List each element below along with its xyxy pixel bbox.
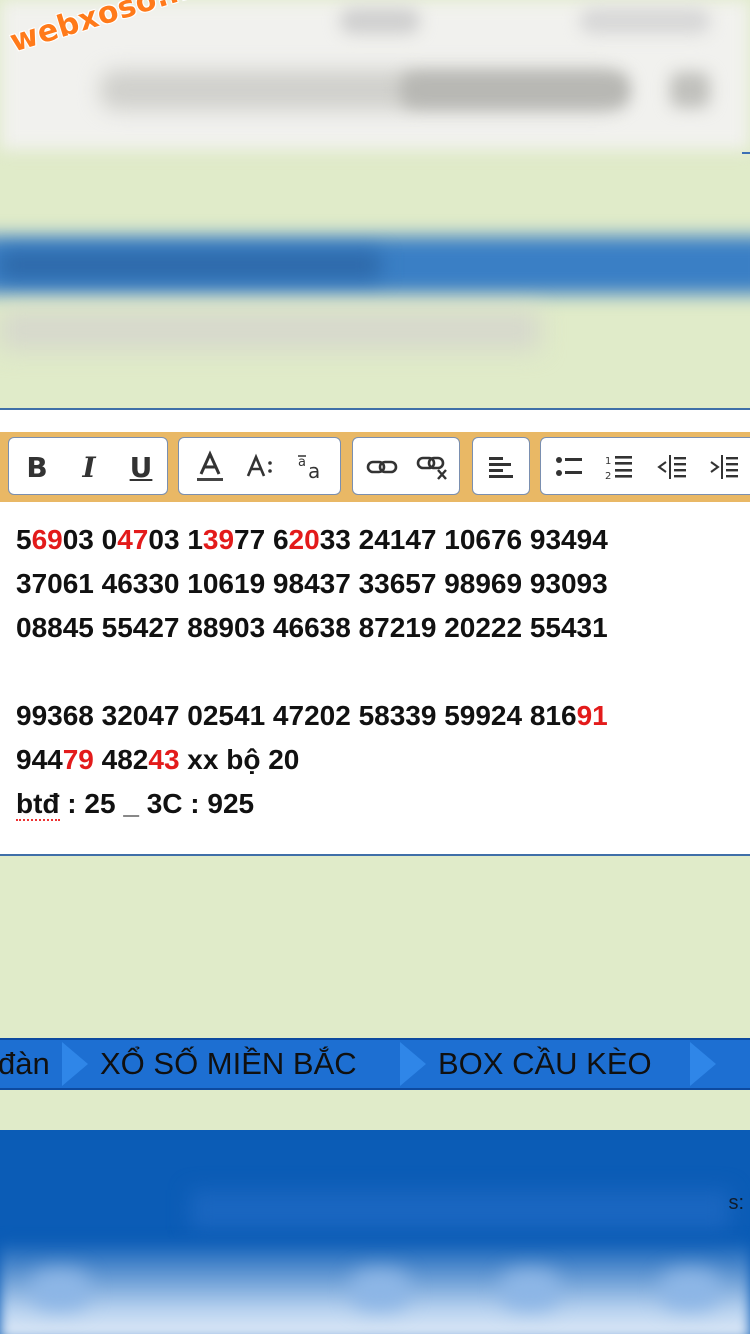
editor-content[interactable]: 56903 04703 13977 62033 24147 10676 9349… <box>16 518 608 826</box>
divider <box>742 152 750 154</box>
text-segment: 37061 46330 10619 98437 33657 98969 9309… <box>16 568 608 599</box>
text-segment: btđ <box>16 788 60 821</box>
blurred-footer: s: <box>0 1130 750 1334</box>
chevron-right-icon <box>690 1042 716 1086</box>
blurred-header <box>0 0 750 410</box>
font-size-icon[interactable] <box>243 450 279 484</box>
text-line: 08845 55427 88903 46638 87219 20222 5543… <box>16 606 608 650</box>
text-segment: xx bộ 20 <box>179 744 300 775</box>
unlink-icon[interactable] <box>415 450 451 484</box>
text-segment: 5 <box>16 524 32 555</box>
chevron-right-icon <box>62 1042 88 1086</box>
outdent-icon[interactable] <box>655 450 689 484</box>
text-segment: 33 24147 10676 93494 <box>319 524 608 555</box>
text-segment: : 25 _ 3C : 925 <box>59 788 255 819</box>
text-segment: 944 <box>16 744 63 775</box>
text-line: 37061 46330 10619 98437 33657 98969 9309… <box>16 562 608 606</box>
chevron-right-icon <box>400 1042 426 1086</box>
nav-item-xo-so-mien-bac[interactable]: XỔ SỐ MIỀN BẮC <box>100 1040 357 1088</box>
text-line <box>16 650 608 694</box>
text-segment: 03 1 <box>148 524 203 555</box>
svg-text:a: a <box>308 459 320 482</box>
highlight-digits: 39 <box>202 524 235 555</box>
text-line: 99368 32047 02541 47202 58339 59924 8169… <box>16 694 608 738</box>
svg-text:a: a <box>298 455 306 470</box>
text-segment: 77 6 <box>234 524 289 555</box>
nav-item-dan[interactable]: đàn <box>0 1040 50 1088</box>
text-line: 94479 48243 xx bộ 20 <box>16 738 608 782</box>
text-segment: 08845 55427 88903 46638 87219 20222 5543… <box>16 612 608 643</box>
text-segment: 482 <box>93 744 149 775</box>
link-group <box>352 437 460 495</box>
svg-text:1: 1 <box>605 456 611 467</box>
italic-button[interactable]: I <box>71 450 107 484</box>
nav-item-box-cau-keo[interactable]: BOX CẦU KÈO <box>438 1040 652 1088</box>
text-line: 56903 04703 13977 62033 24147 10676 9349… <box>16 518 608 562</box>
align-left-icon[interactable] <box>485 450 517 484</box>
bullet-list-icon[interactable] <box>553 450 585 484</box>
align-group <box>472 437 530 495</box>
list-group: 12 <box>540 437 750 495</box>
text-segment: 99368 32047 02541 47202 58339 59924 816 <box>16 700 577 731</box>
post-editor[interactable]: B I U aa 1 2 56903 04703 13977 62033 241… <box>0 408 750 856</box>
font-group: aa <box>178 437 341 495</box>
indent-icon[interactable] <box>707 450 741 484</box>
link-icon[interactable] <box>365 450 399 484</box>
svg-text:2: 2 <box>605 471 611 481</box>
highlight-digits: 20 <box>288 524 320 555</box>
category-nav: đàn XỔ SỐ MIỀN BẮC BOX CẦU KÈO <box>0 1038 750 1090</box>
text-segment: 03 0 <box>62 524 118 555</box>
underline-button[interactable]: U <box>123 450 159 484</box>
font-family-icon[interactable]: aa <box>295 450 329 484</box>
highlight-digits: 43 <box>148 744 180 775</box>
highlight-digits: 69 <box>31 524 63 555</box>
editor-toolbar: B I U aa 1 2 <box>0 432 750 502</box>
highlight-digits: 91 <box>576 700 608 731</box>
numbered-list-icon[interactable]: 12 <box>603 450 635 484</box>
highlight-digits: 47 <box>117 524 149 555</box>
text-style-group: B I U <box>8 437 168 495</box>
font-color-icon[interactable] <box>193 450 227 484</box>
text-line: btđ : 25 _ 3C : 925 <box>16 782 608 826</box>
footer-label: s: <box>728 1192 744 1214</box>
highlight-digits: 79 <box>62 744 94 775</box>
bold-button[interactable]: B <box>19 450 55 484</box>
text-segment <box>16 656 24 687</box>
